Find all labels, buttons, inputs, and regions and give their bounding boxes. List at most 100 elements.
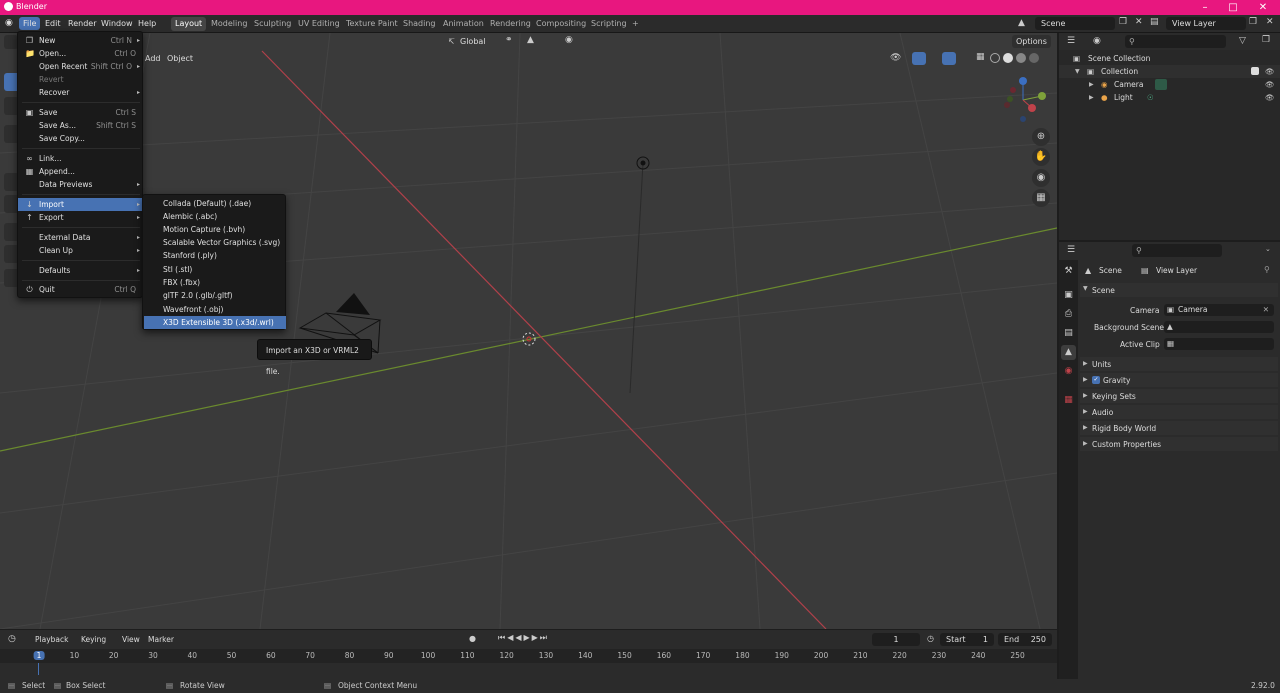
menu-item-save-as[interactable]: Save As... Shift Ctrl S <box>18 119 144 132</box>
import-fbx[interactable]: FBX (.fbx) <box>144 276 286 289</box>
view-layer-tab-icon[interactable]: ▤ <box>1061 326 1076 341</box>
menu-window[interactable]: Window <box>97 17 137 30</box>
panel-audio[interactable]: ▶ Audio <box>1080 405 1278 419</box>
view-layer-icon[interactable]: ▤ <box>1150 17 1159 27</box>
menu-item-recover[interactable]: Recover ▸ <box>18 86 144 99</box>
menu-marker[interactable]: Marker <box>145 633 177 646</box>
outliner-row-collection[interactable]: ▼ ▣ Collection 👁 <box>1059 65 1280 78</box>
new-scene-icon[interactable]: ❐ <box>1119 17 1127 27</box>
delete-scene-icon[interactable]: ✕ <box>1135 17 1143 27</box>
outliner-row-light[interactable]: ▶ ● Light ☉ 👁 <box>1059 91 1280 104</box>
active-clip-field[interactable]: ▦ <box>1164 338 1274 350</box>
menu-keying[interactable]: Keying <box>78 633 109 646</box>
tab-uv-editing[interactable]: UV Editing <box>294 17 344 31</box>
tab-sculpting[interactable]: Sculpting <box>250 17 295 31</box>
proportional-edit-icon[interactable]: ◉ <box>565 35 573 45</box>
chevron-right-icon[interactable]: ▶ <box>1089 91 1094 104</box>
wireframe-shading-icon[interactable] <box>990 53 1000 63</box>
new-view-layer-icon[interactable]: ❐ <box>1249 17 1257 27</box>
maximize-icon[interactable]: □ <box>1218 0 1248 15</box>
import-gltf[interactable]: glTF 2.0 (.glb/.gltf) <box>144 289 286 302</box>
texture-tab-icon[interactable]: ▦ <box>1061 393 1076 408</box>
display-mode-icon[interactable]: ◉ <box>1093 36 1101 46</box>
world-tab-icon[interactable]: ◉ <box>1061 364 1076 379</box>
zoom-icon[interactable]: ⊕ <box>1032 128 1050 146</box>
import-ply[interactable]: Stanford (.ply) <box>144 249 286 262</box>
outliner-row-scene-collection[interactable]: ▣ Scene Collection <box>1059 52 1280 65</box>
pan-hand-icon[interactable]: ✋ <box>1032 148 1050 166</box>
menu-item-data-previews[interactable]: Data Previews ▸ <box>18 178 144 191</box>
timeline-editor-icon[interactable]: ◷ <box>8 634 16 644</box>
tab-animation[interactable]: Animation <box>439 17 488 31</box>
perspective-toggle-icon[interactable]: ▦ <box>1032 189 1050 207</box>
menu-view[interactable]: View <box>119 633 143 646</box>
tab-shading[interactable]: Shading <box>399 17 440 31</box>
transform-orientation-dropdown[interactable]: Global <box>456 35 498 48</box>
overlays-toggle-icon[interactable] <box>942 52 956 65</box>
panel-custom-properties[interactable]: ▶ Custom Properties <box>1080 437 1278 451</box>
tab-scripting[interactable]: Scripting <box>587 17 631 31</box>
timeline-ruler[interactable]: 1 10 20 30 40 50 60 70 80 90 100 110 120 130 140 150 160… <box>0 649 1057 663</box>
blender-menu-icon[interactable]: ◉ <box>5 18 17 30</box>
menu-item-clean-up[interactable]: Clean Up ▸ <box>18 244 144 257</box>
solid-shading-icon[interactable] <box>1003 53 1013 63</box>
clear-icon[interactable]: ✕ <box>1263 304 1269 316</box>
panel-gravity[interactable]: ▶ ✓ Gravity <box>1080 373 1278 387</box>
tab-compositing[interactable]: Compositing <box>532 17 590 31</box>
tool-tab-icon[interactable]: ⚒ <box>1061 264 1076 279</box>
chevron-down-icon[interactable]: ⌄ <box>1265 245 1271 253</box>
menu-item-save[interactable]: ▣ Save Ctrl S <box>18 106 144 119</box>
menu-help[interactable]: Help <box>134 17 160 30</box>
menu-item-open-recent[interactable]: Open Recent Shift Ctrl O ▸ <box>18 60 144 73</box>
menu-item-save-copy[interactable]: Save Copy... <box>18 132 144 145</box>
current-frame-field[interactable]: 1 <box>872 633 920 646</box>
import-x3d[interactable]: X3D Extensible 3D (.x3d/.wrl) <box>144 316 286 329</box>
menu-item-external-data[interactable]: External Data ▸ <box>18 231 144 244</box>
menu-item-defaults[interactable]: Defaults ▸ <box>18 264 144 277</box>
camera-field[interactable]: ▣ Camera ✕ <box>1164 304 1274 316</box>
scene-selector[interactable]: Scene <box>1035 17 1115 30</box>
navigation-gizmo[interactable] <box>998 75 1048 125</box>
rendered-shading-icon[interactable] <box>1029 53 1039 63</box>
import-bvh[interactable]: Motion Capture (.bvh) <box>144 223 286 236</box>
render-tab-icon[interactable]: ▣ <box>1061 288 1076 303</box>
import-alembic[interactable]: Alembic (.abc) <box>144 210 286 223</box>
menu-item-append[interactable]: ▦ Append... <box>18 165 144 178</box>
scene-tab-icon[interactable]: ▲ <box>1061 345 1076 360</box>
import-stl[interactable]: Stl (.stl) <box>144 263 286 276</box>
menu-edit[interactable]: Edit <box>41 17 65 30</box>
section-scene-header[interactable]: ▼ Scene <box>1080 283 1278 297</box>
add-workspace-button[interactable]: + <box>628 17 643 31</box>
pin-icon[interactable]: ⚲ <box>1264 265 1270 274</box>
pivot-point-icon[interactable]: ⚭ <box>505 35 513 45</box>
minimize-icon[interactable]: – <box>1190 0 1220 15</box>
import-svg[interactable]: Scalable Vector Graphics (.svg) <box>144 236 286 249</box>
panel-rigid-body-world[interactable]: ▶ Rigid Body World <box>1080 421 1278 435</box>
filter-icon[interactable]: ▽ <box>1239 36 1246 46</box>
gravity-checkbox[interactable]: ✓ <box>1092 376 1100 384</box>
material-shading-icon[interactable] <box>1016 53 1026 63</box>
view-layer-selector[interactable]: View Layer <box>1166 17 1246 30</box>
menu-item-export[interactable]: ↑ Export ▸ <box>18 211 144 224</box>
camera-view-icon[interactable]: ◉ <box>1032 169 1050 187</box>
menu-item-new[interactable]: ❐ New Ctrl N ▸ <box>18 34 144 47</box>
outliner-row-camera[interactable]: ▶ ◉ Camera 👁 <box>1059 78 1280 91</box>
record-icon[interactable]: ● <box>469 634 476 643</box>
properties-search-input[interactable]: ⚲ <box>1132 244 1222 257</box>
tab-modeling[interactable]: Modeling <box>207 17 251 31</box>
chevron-down-icon[interactable]: ▼ <box>1075 65 1080 78</box>
menu-render[interactable]: Render <box>64 17 100 30</box>
tab-rendering[interactable]: Rendering <box>486 17 535 31</box>
menu-item-open[interactable]: 📁 Open... Ctrl O <box>18 47 144 60</box>
exclude-checkbox[interactable] <box>1251 67 1259 75</box>
properties-editor-icon[interactable]: ☰ <box>1067 245 1075 255</box>
panel-units[interactable]: ▶ Units <box>1080 357 1278 371</box>
close-icon[interactable]: ✕ <box>1248 0 1278 15</box>
tab-layout[interactable]: Layout <box>171 17 207 31</box>
end-frame-field[interactable]: End 250 <box>998 633 1052 646</box>
editor-type-icon[interactable] <box>4 35 18 49</box>
menu-item-import[interactable]: ↓ Import ▸ <box>18 198 144 211</box>
menu-add[interactable]: Add <box>141 52 165 65</box>
eye-icon[interactable]: 👁 <box>1265 65 1275 78</box>
start-frame-field[interactable]: Start 1 <box>940 633 994 646</box>
